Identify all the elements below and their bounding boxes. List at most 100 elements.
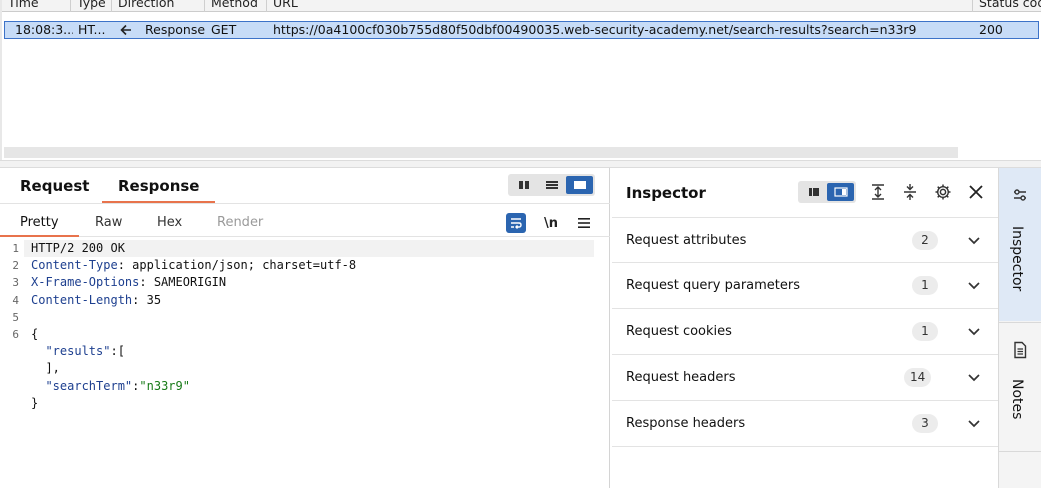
json-punct: ], (45, 361, 60, 376)
code-lines: HTTP/2 200 OK Content-Type: application/… (24, 240, 594, 412)
subtab-raw[interactable]: Raw (95, 215, 122, 237)
header-value: 35 (146, 292, 162, 307)
chevron-down-icon[interactable] (966, 415, 982, 431)
show-newlines-toggle[interactable]: \n (540, 213, 562, 233)
json-key: "results" (45, 344, 111, 359)
inspector-icon (1011, 186, 1029, 208)
rail-tab-inspector[interactable]: Inspector (999, 168, 1041, 321)
burp-window: Time Type Direction Method URL Status co… (0, 0, 1041, 488)
section-request-attributes[interactable]: Request attributes 2 (612, 217, 998, 263)
split-horizontal-icon[interactable] (538, 176, 565, 194)
body-line: "results":[ (24, 343, 594, 360)
count-badge: 2 (912, 231, 938, 250)
inspector-wide-icon[interactable] (827, 183, 854, 201)
body-line: } (31, 395, 39, 410)
collapse-all-icon[interactable] (899, 181, 921, 203)
cell-direction: Response (145, 22, 206, 37)
section-label: Request query parameters (626, 278, 801, 293)
status-line: HTTP/2 200 OK (24, 240, 594, 258)
single-pane-icon[interactable] (566, 176, 593, 194)
inspector-panel: Inspector Request attributes 2 Request q… (612, 168, 998, 488)
header-line: Content-Type: application/json; charset=… (31, 258, 357, 273)
subtab-hex[interactable]: Hex (157, 215, 182, 237)
column-header-type[interactable]: Type (70, 0, 111, 12)
section-label: Request attributes (626, 233, 747, 248)
json-key: "searchTerm" (45, 378, 133, 393)
column-header-status[interactable]: Status code (972, 0, 1041, 12)
line-number: 2 (12, 259, 19, 273)
message-tabs: Request Response (0, 168, 610, 204)
cell-method: GET (211, 22, 237, 37)
column-header-url[interactable]: URL (266, 0, 972, 12)
line-number: 1 (12, 242, 19, 255)
section-label: Request headers (626, 370, 736, 385)
body-line: { (31, 326, 39, 341)
pretty-print-icon[interactable] (506, 213, 526, 233)
line-number-gutter: 1 2 3 4 5 6 (0, 240, 24, 343)
chevron-down-icon[interactable] (966, 277, 982, 293)
section-label: Request cookies (626, 324, 732, 339)
chevron-down-icon[interactable] (966, 232, 982, 248)
cell-url: https://0a4100cf030b755d80f50dbf00490035… (273, 22, 917, 37)
gear-icon[interactable] (932, 181, 954, 203)
close-icon[interactable] (965, 181, 987, 203)
line-number: 4 (12, 293, 19, 307)
side-rail: Inspector Notes (998, 168, 1041, 488)
body-line: ], (24, 360, 594, 377)
line-number: 6 (12, 327, 19, 341)
header-line: Content-Length: 35 (31, 292, 162, 307)
section-response-headers[interactable]: Response headers 3 (612, 401, 998, 447)
column-header-direction[interactable]: Direction (111, 0, 204, 12)
line-number: 5 (12, 310, 19, 324)
section-request-cookies[interactable]: Request cookies 1 (612, 309, 998, 355)
history-header-row: Time Type Direction Method URL Status co… (2, 0, 1041, 12)
split-vertical-icon[interactable] (510, 176, 537, 194)
history-row-selected[interactable]: 18:08:3... HT... Response GET https://0a… (4, 21, 1039, 39)
menu-icon[interactable] (574, 213, 594, 233)
subtab-render[interactable]: Render (217, 215, 263, 237)
body-line: "searchTerm":"n33r9" (24, 378, 594, 395)
header-value: SAMEORIGIN (153, 275, 227, 290)
history-table: Time Type Direction Method URL Status co… (0, 0, 1041, 162)
tab-request[interactable]: Request (20, 177, 89, 203)
notes-icon (1011, 341, 1029, 363)
header-value: application/json; charset=utf-8 (132, 258, 357, 273)
section-label: Response headers (626, 416, 746, 431)
scrollbar-corner (958, 147, 1041, 158)
count-badge: 14 (904, 368, 932, 387)
column-header-time[interactable]: Time (2, 0, 68, 12)
layout-toggle-group (508, 174, 595, 196)
count-badge: 3 (912, 414, 938, 433)
json-punct: :[ (110, 344, 125, 359)
chevron-down-icon[interactable] (966, 323, 982, 339)
tab-response[interactable]: Response (102, 177, 216, 203)
arrow-left-icon (119, 22, 137, 38)
response-code[interactable]: 1 2 3 4 5 6 HTTP/2 200 OK Content-Type: … (0, 240, 610, 488)
header-name: Content-Length (31, 292, 133, 307)
header-line: X-Frame-Options: SAMEORIGIN (31, 275, 227, 290)
rail-label-notes: Notes (1009, 379, 1025, 420)
rail-label-inspector: Inspector (1009, 226, 1025, 292)
view-subtabs: Pretty Raw Hex Render \n (0, 205, 610, 237)
header-name: X-Frame-Options (31, 275, 140, 290)
header-name: Content-Type (31, 258, 118, 273)
subtab-pretty[interactable]: Pretty (0, 215, 79, 237)
pane-divider[interactable] (0, 160, 1041, 168)
count-badge: 1 (912, 322, 938, 341)
section-request-query-parameters[interactable]: Request query parameters 1 (612, 263, 998, 309)
count-badge: 1 (912, 276, 938, 295)
inspector-layout-group (798, 181, 856, 203)
inspector-title: Inspector (626, 184, 706, 202)
rail-tab-notes[interactable]: Notes (999, 322, 1041, 452)
expand-all-icon[interactable] (867, 181, 889, 203)
cell-time: 18:08:3... (15, 22, 73, 37)
line-number: 3 (12, 276, 19, 290)
column-header-method[interactable]: Method (204, 0, 266, 12)
horizontal-scrollbar[interactable] (4, 147, 958, 158)
json-string: "n33r9" (139, 378, 190, 393)
cell-status: 200 (979, 22, 1003, 37)
chevron-down-icon[interactable] (966, 369, 982, 385)
inspector-stacked-icon[interactable] (800, 183, 827, 201)
section-request-headers[interactable]: Request headers 14 (612, 355, 998, 401)
